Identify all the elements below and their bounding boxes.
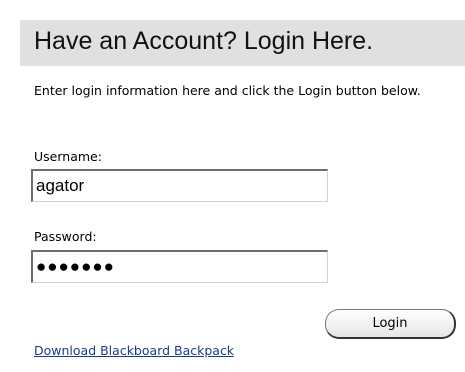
download-backpack-link[interactable]: Download Blackboard Backpack bbox=[34, 343, 234, 358]
login-title: Have an Account? Login Here. bbox=[34, 27, 374, 55]
login-button[interactable]: Login bbox=[325, 309, 456, 339]
username-label: Username: bbox=[34, 149, 102, 164]
login-header: Have an Account? Login Here. bbox=[20, 20, 465, 66]
login-instructions: Enter login information here and click t… bbox=[34, 83, 421, 98]
password-input[interactable]: ●●●●●●● bbox=[31, 250, 328, 283]
password-label: Password: bbox=[34, 229, 97, 244]
username-input[interactable]: agator bbox=[31, 169, 328, 202]
